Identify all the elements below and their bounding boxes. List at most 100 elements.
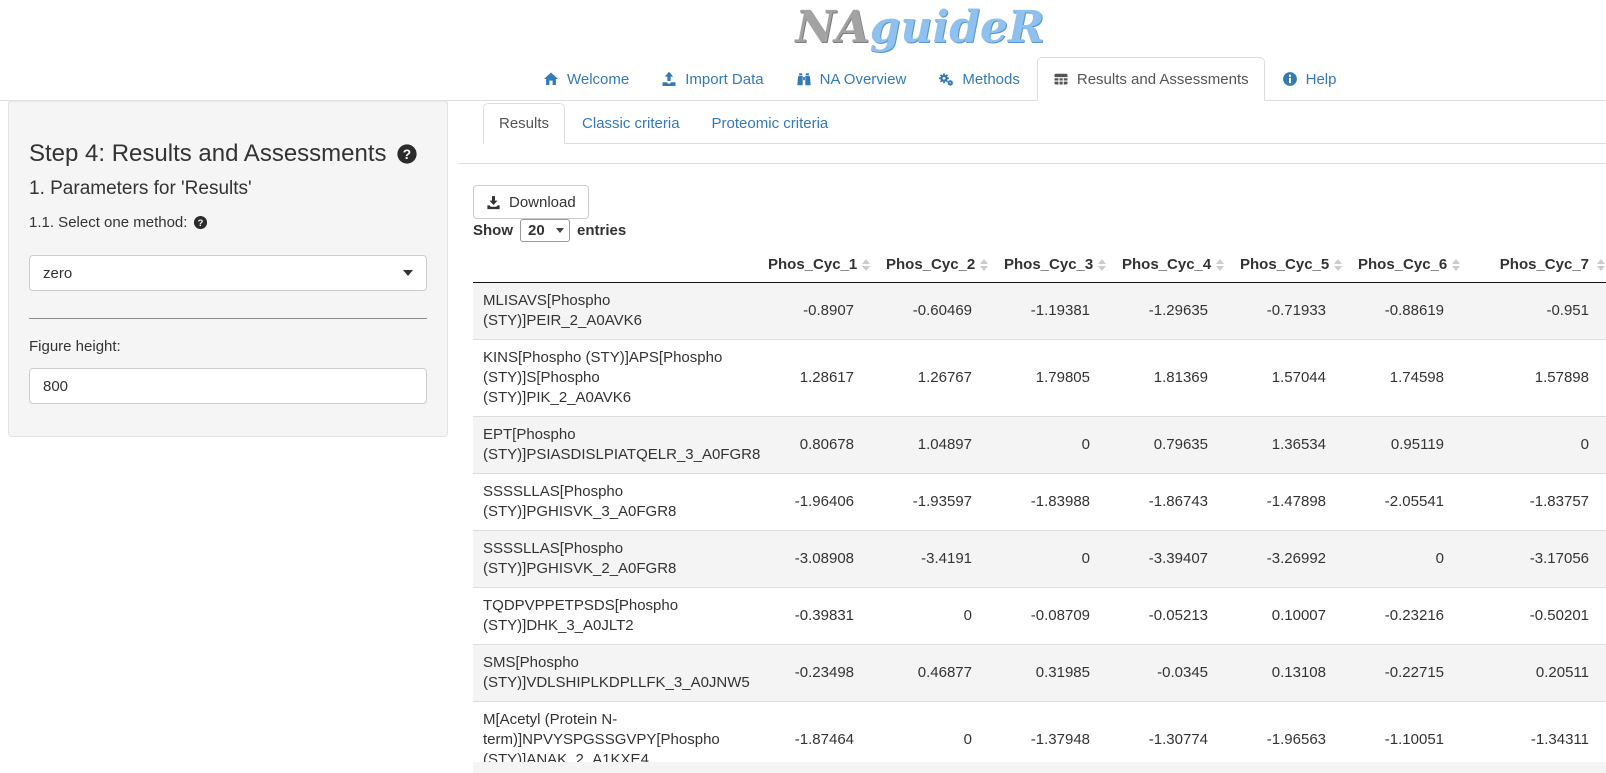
cell-value: -1.29635: [1112, 283, 1230, 340]
column-header-Phos_Cyc_6[interactable]: Phos_Cyc_6: [1348, 247, 1466, 283]
table-row: EPT[Phospho (STY)]PSIASDISLPIATQELR_3_A0…: [473, 417, 1606, 474]
show-label: Show: [473, 222, 513, 239]
chevron-down-icon: [556, 228, 564, 233]
cell-value: 0: [994, 417, 1112, 474]
nav-tab-label: Results and Assessments: [1077, 71, 1249, 88]
table-row: MLISAVS[Phospho (STY)]PEIR_2_A0AVK6-0.89…: [473, 283, 1606, 340]
upload-icon: [661, 71, 677, 87]
table-row: SSSSLLAS[Phospho (STY)]PGHISVK_2_A0FGR8-…: [473, 531, 1606, 588]
question-circle-icon[interactable]: ?: [193, 215, 208, 230]
nav-tab-help[interactable]: Help: [1267, 57, 1352, 101]
nav-tab-na-overview[interactable]: NA Overview: [781, 57, 922, 101]
tab-results[interactable]: Results: [483, 103, 565, 144]
nav-tab-methods[interactable]: Methods: [923, 57, 1035, 101]
tab-label: Results: [499, 115, 549, 132]
cell-value: 0: [1466, 417, 1606, 474]
table-icon: [1053, 71, 1069, 87]
sort-icon: [862, 259, 870, 271]
row-label: TQDPVPPETPSDS[Phospho (STY)]DHK_3_A0JLT2: [473, 588, 758, 645]
cell-value: -1.96406: [758, 474, 876, 531]
nav-tab-label: Welcome: [567, 71, 629, 88]
column-header-Phos_Cyc_1[interactable]: Phos_Cyc_1: [758, 247, 876, 283]
question-circle-icon[interactable]: ?: [396, 143, 418, 165]
sort-icon: [1098, 259, 1106, 271]
download-button-label: Download: [509, 194, 576, 211]
tab-proteomic-criteria[interactable]: Proteomic criteria: [697, 103, 844, 144]
cell-value: 0.13108: [1230, 645, 1348, 702]
cell-value: 0.80678: [758, 417, 876, 474]
app-logo: NAguideR: [795, 0, 1044, 56]
cell-value: 0: [994, 531, 1112, 588]
sidebar-panel: Step 4: Results and Assessments ? 1. Par…: [8, 100, 448, 437]
nav-tab-import-data[interactable]: Import Data: [646, 57, 778, 101]
column-header-Phos_Cyc_5[interactable]: Phos_Cyc_5: [1230, 247, 1348, 283]
cell-value: 1.81369: [1112, 340, 1230, 417]
download-button[interactable]: Download: [473, 185, 589, 219]
tab-classic-criteria[interactable]: Classic criteria: [567, 103, 695, 144]
table-row: SSSSLLAS[Phospho (STY)]PGHISVK_3_A0FGR8-…: [473, 474, 1606, 531]
cell-value: 0.46877: [876, 645, 994, 702]
results-data-table: Phos_Cyc_1Phos_Cyc_2Phos_Cyc_3Phos_Cyc_4…: [473, 247, 1606, 773]
nav-tab-label: NA Overview: [820, 71, 907, 88]
entries-select[interactable]: 20: [520, 219, 570, 242]
binoculars-icon: [796, 71, 812, 87]
info-circle-icon: [1282, 71, 1298, 87]
sort-icon: [1597, 259, 1605, 271]
cell-value: -0.0345: [1112, 645, 1230, 702]
svg-text:?: ?: [402, 147, 410, 162]
entries-select-value: 20: [528, 222, 545, 239]
nav-tab-label: Help: [1306, 71, 1337, 88]
cell-value: 0.10007: [1230, 588, 1348, 645]
cell-value: 1.26767: [876, 340, 994, 417]
cell-value: -0.60469: [876, 283, 994, 340]
cell-value: 1.04897: [876, 417, 994, 474]
logo-suffix: guideR: [870, 2, 1045, 53]
cell-value: 0.31985: [994, 645, 1112, 702]
cell-value: -0.50201: [1466, 588, 1606, 645]
figure-height-input[interactable]: [29, 368, 427, 404]
cell-value: 1.57044: [1230, 340, 1348, 417]
nav-tab-results-and-assessments[interactable]: Results and Assessments: [1037, 57, 1265, 101]
cell-value: 0.95119: [1348, 417, 1466, 474]
method-select-value: zero: [43, 265, 72, 282]
cell-value: -3.39407: [1112, 531, 1230, 588]
parameters-heading: 1. Parameters for 'Results': [29, 177, 427, 201]
column-header-Phos_Cyc_4[interactable]: Phos_Cyc_4: [1112, 247, 1230, 283]
cell-value: 1.28617: [758, 340, 876, 417]
sort-icon: [1334, 259, 1342, 271]
column-header-Phos_Cyc_7[interactable]: Phos_Cyc_7: [1466, 247, 1606, 283]
cell-value: -3.26992: [1230, 531, 1348, 588]
cell-value: -0.22715: [1348, 645, 1466, 702]
table-header-row: Phos_Cyc_1Phos_Cyc_2Phos_Cyc_3Phos_Cyc_4…: [473, 247, 1606, 283]
cell-value: 1.36534: [1230, 417, 1348, 474]
cell-value: -0.88619: [1348, 283, 1466, 340]
svg-text:?: ?: [198, 218, 204, 228]
results-tabset: Results Classic criteria Proteomic crite…: [483, 103, 1606, 144]
home-icon: [543, 71, 559, 87]
column-header-Phos_Cyc_3[interactable]: Phos_Cyc_3: [994, 247, 1112, 283]
cell-value: -1.83757: [1466, 474, 1606, 531]
cell-value: -2.05541: [1348, 474, 1466, 531]
cell-value: -0.8907: [758, 283, 876, 340]
cell-value: -1.86743: [1112, 474, 1230, 531]
cell-value: -1.19381: [994, 283, 1112, 340]
method-select[interactable]: zero: [29, 255, 427, 291]
gears-icon: [938, 71, 954, 87]
row-label: SSSSLLAS[Phospho (STY)]PGHISVK_3_A0FGR8: [473, 474, 758, 531]
sort-icon: [980, 259, 988, 271]
nav-tab-label: Import Data: [685, 71, 763, 88]
column-header-Phos_Cyc_2[interactable]: Phos_Cyc_2: [876, 247, 994, 283]
table-row: KINS[Phospho (STY)]APS[Phospho (STY)]S[P…: [473, 340, 1606, 417]
cell-value: -0.951: [1466, 283, 1606, 340]
cell-value: -3.17056: [1466, 531, 1606, 588]
table-length-control: Show 20 entries: [473, 219, 626, 242]
cell-value: -0.08709: [994, 588, 1112, 645]
cell-value: 1.79805: [994, 340, 1112, 417]
table-row: SMS[Phospho (STY)]VDLSHIPLKDPLLFK_3_A0JN…: [473, 645, 1606, 702]
tab-label: Proteomic criteria: [712, 115, 829, 132]
logo-prefix: NA: [795, 2, 869, 53]
row-label-column-header: [473, 247, 758, 283]
main-navbar: Welcome Import Data NA Overview Methods …: [0, 57, 1606, 101]
nav-tab-welcome[interactable]: Welcome: [528, 57, 644, 101]
content-divider: [459, 163, 1606, 164]
